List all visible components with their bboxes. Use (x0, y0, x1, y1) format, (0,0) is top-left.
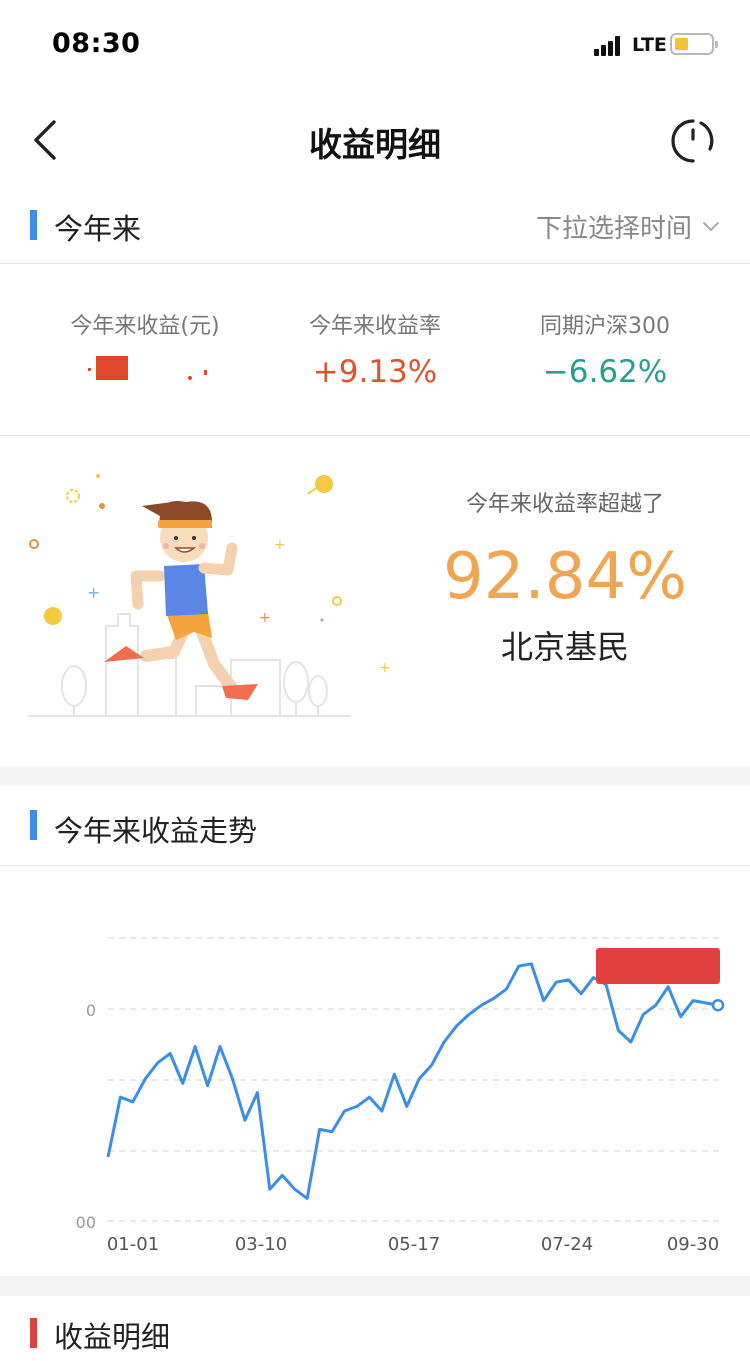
stat-value: −6.62% (542, 354, 668, 390)
page-title: 收益明细 (309, 125, 441, 164)
section-accent-bar (30, 210, 37, 240)
section-accent-bar (30, 1318, 37, 1348)
trend-chart: 0 00 01-01 03-10 05-17 07-24 09-30 (0, 866, 750, 1276)
trend-section-title: 今年来收益走势 (54, 814, 258, 848)
y-tick-label: 0 (86, 1001, 96, 1020)
year-section-header: 今年来 下拉选择时间 (0, 190, 750, 264)
stat-benchmark: 同期沪深300 −6.62% (480, 308, 730, 390)
time-picker-label: 下拉选择时间 (535, 214, 692, 244)
signal-icon (594, 36, 624, 56)
stat-value: +9.13% (312, 354, 438, 390)
trend-chart-svg: 00001-01 03-10 05-17 07-24 09-30 (76, 937, 725, 1255)
section-accent-bar (30, 810, 37, 840)
y-tick-label: 00 (76, 1213, 96, 1232)
x-tick-label: 03-10 (235, 1234, 287, 1255)
network-label: LTE (632, 34, 667, 56)
series-end-point (711, 998, 725, 1012)
ranking-card: + + + + 今年来收益率超越了 92.84% 北京基民 (0, 436, 750, 766)
ranking-group: 北京基民 (500, 628, 629, 666)
status-bar: 08:30 LTE (0, 0, 750, 90)
chart-tooltip (596, 948, 720, 984)
ranking-label: 今年来收益率超越了 (465, 492, 664, 517)
svg-text:+: + (259, 610, 271, 626)
detail-section-title: 收益明细 (54, 1320, 171, 1354)
x-tick-label: 07-24 (541, 1234, 593, 1255)
svg-text:+: + (379, 660, 391, 676)
detail-section-header: 收益明细 (0, 1296, 750, 1361)
year-section-title: 今年来 (54, 212, 142, 246)
stat-label: 今年来收益(元) (70, 314, 220, 339)
battery-icon (670, 33, 718, 55)
refresh-icon (671, 119, 714, 163)
ranking-percentile: 92.84% (442, 540, 688, 614)
stats-row: 今年来收益(元) 今年来收益率 +9.13% 同期沪深300 −6.62% (0, 264, 750, 436)
x-tick-label: 05-17 (388, 1234, 440, 1255)
stat-label: 今年来收益率 (308, 314, 441, 339)
status-time: 08:30 (52, 28, 141, 59)
redacted-value (70, 356, 220, 382)
x-tick-label: 01-01 (107, 1234, 159, 1255)
stat-year-return: 今年来收益率 +9.13% (250, 308, 500, 390)
runner-illustration: + + + + (28, 474, 391, 717)
trend-section-header: 今年来收益走势 (0, 786, 750, 866)
svg-text:+: + (87, 583, 100, 602)
svg-text:+: + (274, 537, 286, 553)
stat-label: 同期沪深300 (540, 314, 670, 339)
x-tick-label: 09-30 (667, 1234, 719, 1255)
nav-bar: 收益明细 (0, 90, 750, 190)
chevron-down-icon (703, 221, 719, 231)
series-line (106, 962, 719, 1200)
stat-year-profit: 今年来收益(元) (20, 308, 270, 390)
refresh-button[interactable] (670, 118, 716, 164)
time-picker-dropdown[interactable]: 下拉选择时间 (536, 208, 720, 245)
